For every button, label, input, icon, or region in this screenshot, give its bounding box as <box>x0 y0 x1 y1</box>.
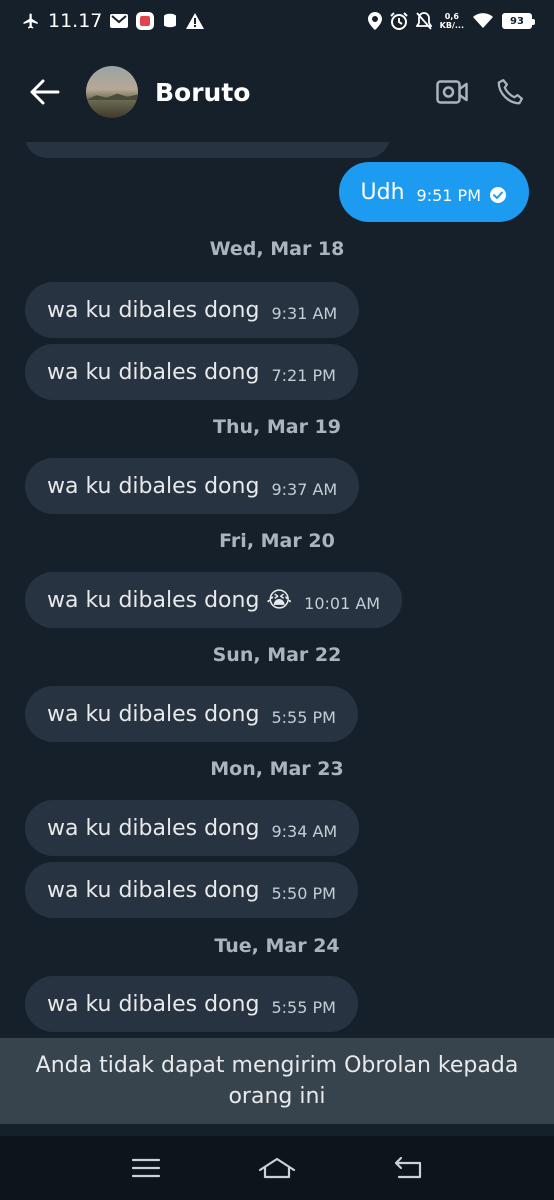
chat-messages[interactable]: Udh 9:51 PM Wed, Mar 18 wa ku dibales do… <box>0 142 554 1038</box>
date-separator: Tue, Mar 24 <box>214 935 340 957</box>
home-icon <box>258 1157 296 1179</box>
message-time: 7:21 PM <box>271 365 336 385</box>
message-time: 9:51 PM <box>416 185 481 205</box>
date-separator: Mon, Mar 23 <box>210 758 344 780</box>
message-text: wa ku dibales dong <box>47 701 260 727</box>
outgoing-message[interactable]: Udh 9:51 PM <box>338 162 529 222</box>
app-notification-icon <box>136 12 155 30</box>
gmail-icon <box>110 14 129 28</box>
message-time: 5:55 PM <box>271 707 336 727</box>
warning-icon <box>186 13 205 29</box>
status-bar-right: 0,6 KB/... 93 <box>367 12 535 30</box>
video-call-button[interactable] <box>434 74 470 110</box>
incoming-message[interactable]: wa ku dibales dong 5:50 PM <box>25 862 358 918</box>
avatar[interactable] <box>86 66 138 118</box>
location-icon <box>367 12 382 30</box>
date-separator: Wed, Mar 18 <box>209 238 345 260</box>
message-text: wa ku dibales dong <box>47 297 260 323</box>
message-time: 5:50 PM <box>271 883 336 903</box>
message-text: wa ku dibales dong <box>47 991 260 1017</box>
incoming-message[interactable]: wa ku dibales dong 😭 10:01 AM <box>25 572 403 628</box>
message-time: 9:34 AM <box>271 821 338 841</box>
status-bar: 11.17 0,6 KB/... 93 <box>0 0 554 42</box>
net-speed-unit: KB/... <box>439 21 464 30</box>
message-text: wa ku dibales dong <box>47 473 260 499</box>
read-check-icon <box>489 186 507 204</box>
message-text: wa ku dibales dong <box>47 815 260 841</box>
phone-call-button[interactable] <box>492 74 528 110</box>
message-time: 10:01 AM <box>304 593 381 613</box>
phone-icon <box>497 79 523 105</box>
battery-icon: 93 <box>502 13 535 29</box>
date-separator: Sun, Mar 22 <box>212 644 342 666</box>
status-time: 11.17 <box>48 10 103 32</box>
battery-level: 93 <box>510 15 524 27</box>
incoming-message[interactable]: wa ku dibales dong 9:37 AM <box>25 458 360 514</box>
message-text: wa ku dibales dong <box>47 877 260 903</box>
header-actions <box>434 74 528 110</box>
cannot-message-notice: Anda tidak dapat mengirim Obrolan kepada… <box>0 1038 554 1124</box>
net-speed: 0,6 KB/... <box>440 12 464 30</box>
status-bar-left: 11.17 <box>22 10 205 32</box>
data-icon <box>162 13 178 29</box>
date-separator: Fri, Mar 20 <box>219 530 335 552</box>
date-separator: Thu, Mar 19 <box>213 416 341 438</box>
wifi-icon <box>472 13 494 29</box>
back-nav-button[interactable] <box>386 1146 430 1190</box>
chat-header: Boruto <box>0 42 554 142</box>
previous-message-bubble <box>25 142 390 158</box>
message-time: 5:55 PM <box>271 997 336 1017</box>
menu-button[interactable] <box>124 1146 168 1190</box>
message-time: 9:31 AM <box>271 303 338 323</box>
notice-text: Anda tidak dapat mengirim Obrolan kepada… <box>35 1053 519 1109</box>
airplane-icon <box>22 12 40 30</box>
incoming-message[interactable]: wa ku dibales dong 9:34 AM <box>25 800 360 856</box>
incoming-message[interactable]: wa ku dibales dong 7:21 PM <box>25 344 358 400</box>
back-button[interactable] <box>26 73 64 111</box>
alarm-icon <box>389 12 408 30</box>
message-text: wa ku dibales dong <box>47 359 260 385</box>
incoming-message[interactable]: wa ku dibales dong 9:31 AM <box>25 282 360 338</box>
video-call-icon <box>436 80 468 104</box>
net-speed-value: 0,6 <box>444 12 459 21</box>
message-text: wa ku dibales dong 😭 <box>47 587 293 613</box>
menu-icon <box>131 1158 160 1178</box>
back-arrow-icon <box>30 79 60 105</box>
home-button[interactable] <box>255 1146 299 1190</box>
incoming-message[interactable]: wa ku dibales dong 5:55 PM <box>25 976 358 1032</box>
system-nav-bar <box>0 1136 554 1200</box>
contact-name[interactable]: Boruto <box>155 78 250 107</box>
mute-icon <box>415 12 432 30</box>
message-text: Udh <box>360 179 405 205</box>
incoming-message[interactable]: wa ku dibales dong 5:55 PM <box>25 686 358 742</box>
back-icon <box>395 1156 422 1179</box>
message-time: 9:37 AM <box>271 479 338 499</box>
